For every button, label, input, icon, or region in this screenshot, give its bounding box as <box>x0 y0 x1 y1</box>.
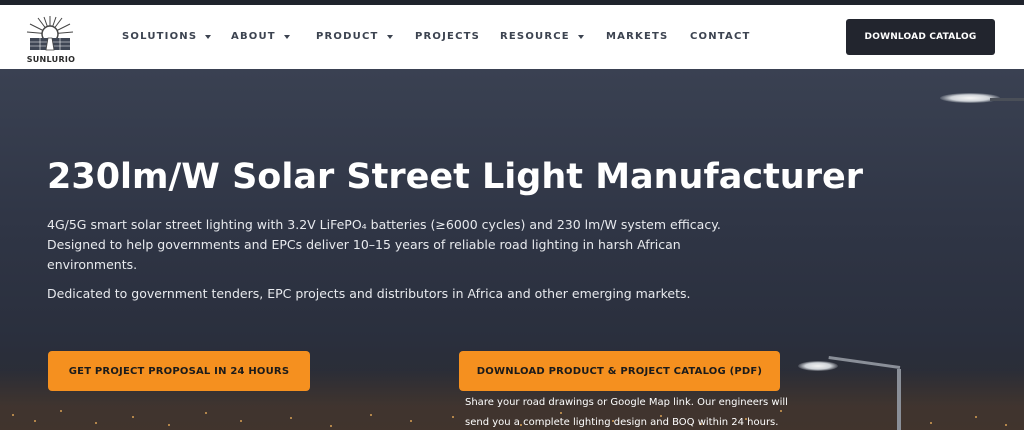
nav-item-label: RESOURCE <box>500 31 570 42</box>
nav-item-label: PRODUCT <box>316 31 379 42</box>
street-lamp-image <box>798 355 908 430</box>
nav-item-markets[interactable]: MARKETS <box>606 31 668 42</box>
nav-item-projects[interactable]: PROJECTS <box>415 31 480 42</box>
get-project-proposal-button[interactable]: GET PROJECT PROPOSAL IN 24 HOURS <box>48 351 310 391</box>
chevron-down-icon <box>205 34 212 39</box>
download-product-catalog-button[interactable]: DOWNLOAD PRODUCT & PROJECT CATALOG (PDF) <box>459 351 780 391</box>
nav-item-label: SOLUTIONS <box>122 31 198 42</box>
nav-item-label: ABOUT <box>231 31 276 42</box>
hero-market-statement: Dedicated to government tenders, EPC pro… <box>47 286 691 301</box>
chevron-down-icon <box>386 34 393 39</box>
hero-description-line: 4G/5G smart solar street lighting with 3… <box>47 217 721 232</box>
nav-item-contact[interactable]: CONTACT <box>690 31 751 42</box>
nav-item-label: MARKETS <box>606 31 669 42</box>
hero-note: Share your road drawings or Google Map l… <box>465 397 788 428</box>
nav-item-label: CONTACT <box>690 31 751 42</box>
nav-item-resource[interactable]: RESOURCE <box>500 31 584 42</box>
hero-title: 230lm/W Solar Street Light Manufacturer <box>47 157 863 197</box>
chevron-down-icon <box>283 34 290 39</box>
download-catalog-button[interactable]: DOWNLOAD CATALOG <box>846 19 995 55</box>
nav-item-solutions[interactable]: SOLUTIONS <box>122 31 212 42</box>
hero-section: 230lm/W Solar Street Light Manufacturer … <box>0 69 1024 430</box>
site-header: SUNLURIO SOLUTIONS ABOUT PRODUCT PROJECT… <box>0 5 1024 69</box>
chevron-down-icon <box>577 34 584 39</box>
hero-description: 4G/5G smart solar street lighting with 3… <box>47 215 727 275</box>
nav-item-label: PROJECTS <box>415 31 481 42</box>
street-lamp-image <box>940 93 1024 107</box>
hero-description-line: Designed to help governments and EPCs de… <box>47 237 681 272</box>
nav-item-product[interactable]: PRODUCT <box>316 31 393 42</box>
nav-item-about[interactable]: ABOUT <box>231 31 290 42</box>
